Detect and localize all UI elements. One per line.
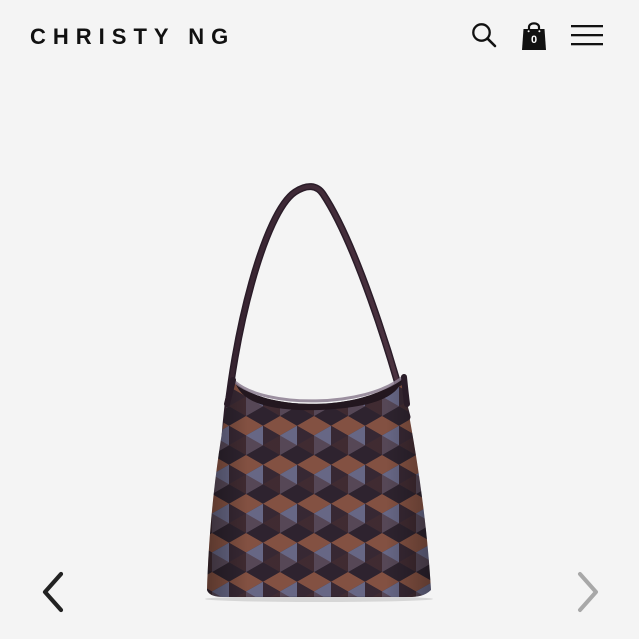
chevron-right-icon [574,570,602,619]
product-page: CHRISTY NG 0 [0,0,639,639]
search-button[interactable] [468,18,500,52]
shopping-bag-icon: 0 [520,19,548,51]
cart-count-badge: 0 [530,34,538,46]
cart-button[interactable]: 0 [518,18,550,52]
search-icon [470,21,498,49]
chevron-left-icon [39,570,67,619]
next-image-button[interactable] [568,568,608,620]
hamburger-menu-icon [570,22,604,48]
previous-image-button[interactable] [33,568,73,620]
site-header: CHRISTY NG 0 [0,0,639,72]
product-gallery [0,72,639,639]
brand-logo[interactable]: CHRISTY NG [30,24,235,50]
shoulder-bag-product-photo[interactable] [195,182,445,602]
menu-button[interactable] [571,18,603,52]
